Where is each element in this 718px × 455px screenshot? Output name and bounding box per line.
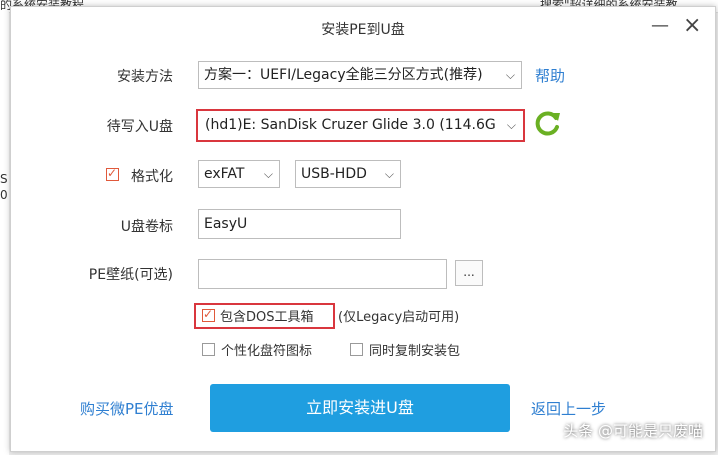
install-method-label: 安装方法: [117, 69, 173, 85]
close-button[interactable]: ×: [683, 13, 701, 38]
install-method-select[interactable]: 方案一：UEFI/Legacy全能三分区方式(推荐) ⌵: [198, 61, 522, 89]
chevron-down-icon: ⌵: [506, 118, 516, 132]
wallpaper-label: PE壁纸(可选): [88, 267, 173, 283]
usb-drive-label: 待写入U盘: [106, 119, 173, 135]
chevron-down-icon: ⌵: [505, 68, 515, 82]
dos-toolbox-checkbox[interactable]: [202, 307, 215, 322]
background-left-text-2: 0: [0, 188, 8, 202]
custom-icon-label: 个性化盘符图标: [221, 344, 313, 359]
buy-usb-link[interactable]: 购买微PE优盘: [80, 398, 174, 419]
background-left-strip: S 0: [0, 12, 9, 455]
filesystem-select[interactable]: exFAT ⌵: [198, 160, 280, 188]
minimize-button[interactable]: —: [651, 15, 669, 36]
install-button[interactable]: 立即安装进U盘: [210, 384, 510, 432]
dos-toolbox-note: (仅Legacy启动可用): [338, 310, 460, 325]
volume-label-input[interactable]: EasyU: [198, 209, 401, 239]
copy-installer-checkbox[interactable]: [350, 343, 363, 356]
format-label: 格式化: [131, 169, 173, 185]
install-pe-dialog: 安装PE到U盘 — × 安装方法 方案一：UEFI/Legacy全能三分区方式(…: [10, 6, 716, 452]
usb-drive-value: (hd1)E: SanDisk Cruzer Glide 3.0 (114.6G: [205, 117, 496, 133]
browse-button[interactable]: ...: [455, 260, 483, 286]
watermark-text: 头条 @可能是只废喵: [563, 422, 703, 440]
usb-drive-select[interactable]: (hd1)E: SanDisk Cruzer Glide 3.0 (114.6G…: [200, 112, 522, 139]
install-method-value: 方案一：UEFI/Legacy全能三分区方式(推荐): [204, 67, 483, 83]
boot-mode-select[interactable]: USB-HDD ⌵: [295, 160, 401, 188]
chevron-down-icon: ⌵: [263, 167, 273, 181]
dos-toolbox-label: 包含DOS工具箱: [220, 310, 314, 325]
back-link[interactable]: 返回上一步: [531, 398, 606, 419]
dialog-title: 安装PE到U盘: [321, 22, 405, 38]
chevron-down-icon: ⌵: [384, 167, 394, 181]
copy-installer-label: 同时复制安装包: [369, 344, 461, 359]
filesystem-value: exFAT: [204, 166, 245, 182]
volume-label-label: U盘卷标: [120, 219, 173, 235]
boot-mode-value: USB-HDD: [301, 166, 367, 182]
help-link[interactable]: 帮助: [535, 65, 565, 86]
background-left-text-1: S: [0, 172, 8, 186]
wallpaper-input[interactable]: [198, 259, 447, 289]
custom-icon-checkbox[interactable]: [202, 343, 215, 356]
refresh-icon[interactable]: [534, 109, 562, 137]
format-checkbox[interactable]: [106, 166, 119, 181]
